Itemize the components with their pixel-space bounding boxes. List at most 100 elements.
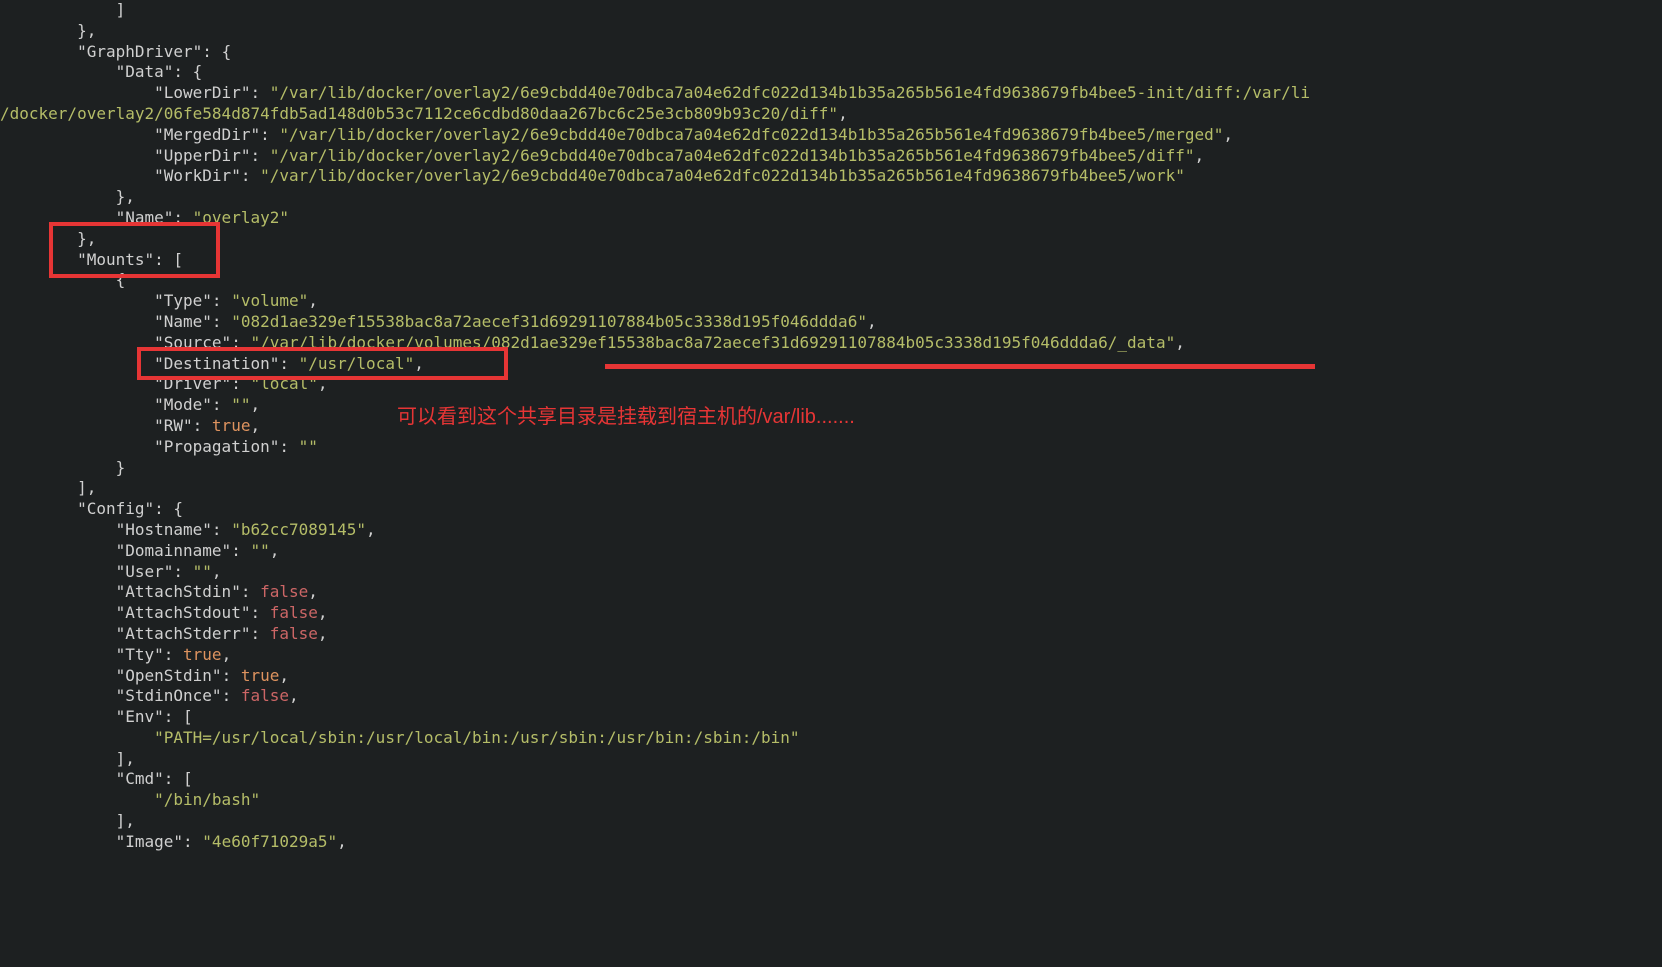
code-token: "b62cc7089145" [231, 520, 366, 539]
code-token: "/var/lib/docker/volumes/082d1ae329ef155… [250, 333, 1175, 352]
code-token: , [222, 645, 232, 664]
code-line: "OpenStdin": true, [0, 666, 1662, 687]
code-token: false [270, 603, 318, 622]
code-token: , [250, 416, 260, 435]
code-token: : [193, 416, 212, 435]
code-token: "Tty" [116, 645, 164, 664]
code-line: "Name": "082d1ae329ef15538bac8a72aecef31… [0, 312, 1662, 333]
code-token: "" [193, 562, 212, 581]
code-token: , [414, 354, 424, 373]
code-token: "Type" [154, 291, 212, 310]
code-token: , [308, 582, 318, 601]
code-line: "Source": "/var/lib/docker/volumes/082d1… [0, 333, 1662, 354]
code-token: "WorkDir" [154, 166, 241, 185]
code-token: : [260, 125, 279, 144]
code-token: : [ [154, 250, 183, 269]
code-token: "Name" [154, 312, 212, 331]
code-token: true [241, 666, 280, 685]
code-line: ] [0, 0, 1662, 21]
code-token: "StdinOnce" [116, 686, 222, 705]
code-token: "Name" [116, 208, 174, 227]
code-token: , [318, 603, 328, 622]
code-token: : [250, 624, 269, 643]
code-token: "/bin/bash" [154, 790, 260, 809]
code-token: , [366, 520, 376, 539]
code-token: "Source" [154, 333, 231, 352]
code-token: : { [173, 62, 202, 81]
code-token: : [212, 520, 231, 539]
code-token: }, [77, 21, 96, 40]
code-token: "RW" [154, 416, 193, 435]
code-token: : [ [164, 707, 193, 726]
code-token: "/var/lib/docker/overlay2/6e9cbdd40e70db… [260, 166, 1185, 185]
code-token: { [116, 270, 126, 289]
code-token: false [270, 624, 318, 643]
code-line: "WorkDir": "/var/lib/docker/overlay2/6e9… [0, 166, 1662, 187]
code-token: : [222, 686, 241, 705]
code-line: ], [0, 749, 1662, 770]
code-token: "/var/lib/docker/overlay2/6e9cbdd40e70db… [270, 146, 1195, 165]
code-token: "overlay2" [193, 208, 289, 227]
code-token: "/var/lib/docker/overlay2/6e9cbdd40e70db… [270, 83, 1310, 102]
code-line: "RW": true, [0, 416, 1662, 437]
code-line: "Destination": "/usr/local", [0, 354, 1662, 375]
code-line: "Cmd": [ [0, 769, 1662, 790]
code-token: }, [77, 229, 96, 248]
code-token: "Hostname" [116, 520, 212, 539]
code-line: "User": "", [0, 562, 1662, 583]
code-token: /docker/overlay2/06fe584d874fdb5ad148d0b… [0, 104, 838, 123]
code-token: "User" [116, 562, 174, 581]
code-line: "Env": [ [0, 707, 1662, 728]
code-token: "volume" [231, 291, 308, 310]
code-token: , [838, 104, 848, 123]
code-token: "4e60f71029a5" [202, 832, 337, 851]
code-line: "Driver": "local", [0, 374, 1662, 395]
code-token: , [308, 291, 318, 310]
code-token: : [222, 666, 241, 685]
code-token: "Propagation" [154, 437, 279, 456]
code-token: : [173, 208, 192, 227]
code-line: "AttachStdin": false, [0, 582, 1662, 603]
code-line: } [0, 458, 1662, 479]
code-token: true [212, 416, 251, 435]
code-token: ], [116, 811, 135, 830]
code-token: }, [116, 187, 135, 206]
code-line: "Domainname": "", [0, 541, 1662, 562]
code-line: "LowerDir": "/var/lib/docker/overlay2/6e… [0, 83, 1662, 104]
code-token: : [231, 333, 250, 352]
code-line: "GraphDriver": { [0, 42, 1662, 63]
code-token: ], [116, 749, 135, 768]
code-token: "Mounts" [77, 250, 154, 269]
code-token: false [260, 582, 308, 601]
code-token: "Destination" [154, 354, 279, 373]
code-token: "082d1ae329ef15538bac8a72aecef31d6929110… [231, 312, 867, 331]
code-token: , [318, 374, 328, 393]
code-token: "LowerDir" [154, 83, 250, 102]
code-line: "Propagation": "" [0, 437, 1662, 458]
code-token: } [116, 458, 126, 477]
code-line: ], [0, 811, 1662, 832]
json-code-block[interactable]: ] }, "GraphDriver": { "Data": { "LowerDi… [0, 0, 1662, 853]
code-token: : [250, 146, 269, 165]
code-token: "" [231, 395, 250, 414]
code-token: : [279, 354, 298, 373]
code-line: "AttachStderr": false, [0, 624, 1662, 645]
code-token: "Image" [116, 832, 183, 851]
code-token: , [289, 686, 299, 705]
code-token: : [212, 395, 231, 414]
code-token: , [318, 624, 328, 643]
code-token: : [ [164, 769, 193, 788]
code-line: "Config": { [0, 499, 1662, 520]
code-token: ] [116, 0, 126, 19]
code-line: "MergedDir": "/var/lib/docker/overlay2/6… [0, 125, 1662, 146]
code-line: { [0, 270, 1662, 291]
code-token: , [250, 395, 260, 414]
code-line: /docker/overlay2/06fe584d874fdb5ad148d0b… [0, 104, 1662, 125]
code-line: "UpperDir": "/var/lib/docker/overlay2/6e… [0, 146, 1662, 167]
code-token: , [1194, 146, 1204, 165]
code-line: "Name": "overlay2" [0, 208, 1662, 229]
code-token: : { [154, 499, 183, 518]
code-token: : [241, 582, 260, 601]
code-token: : [279, 437, 298, 456]
code-token: ], [77, 478, 96, 497]
